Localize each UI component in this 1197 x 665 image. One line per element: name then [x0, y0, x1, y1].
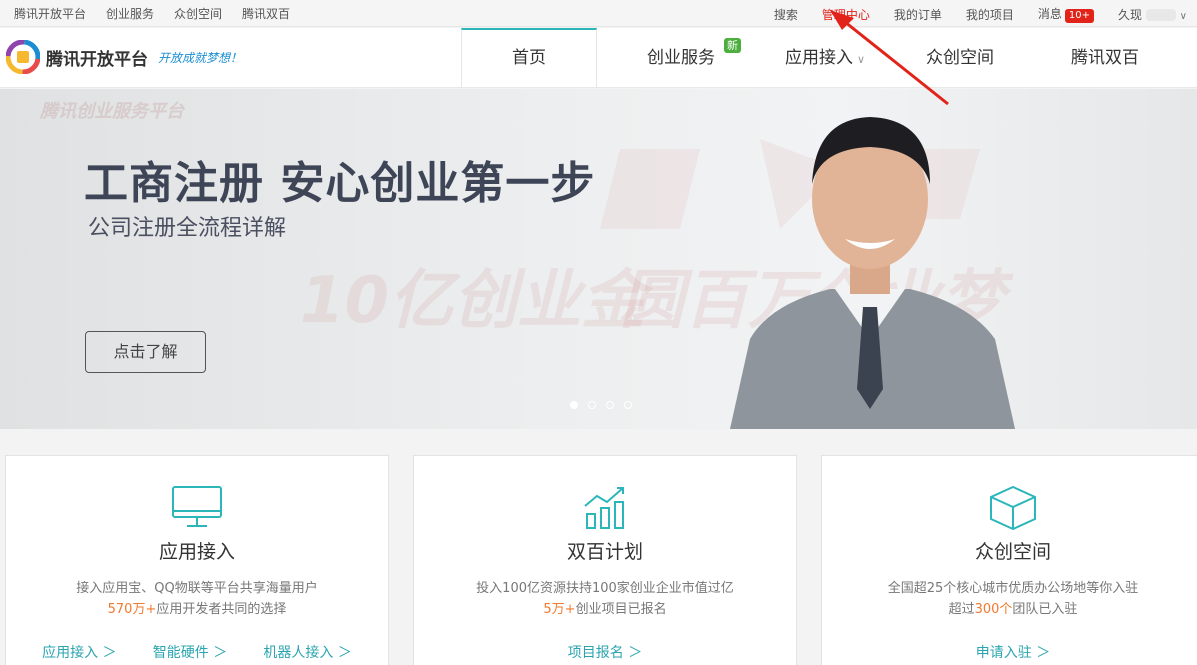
search-link[interactable]: 搜索: [774, 6, 798, 23]
nav-startup-services[interactable]: 创业服务 新: [597, 28, 765, 88]
top-right-links: 搜索 管理中心 我的订单 我的项目 消息 10+ 久现 ∨: [774, 5, 1187, 23]
card-description: 全国超25个核心城市优质办公场地等你入驻 超过300个团队已入驻: [822, 578, 1197, 620]
card-links: 应用接入 ＞ 智能硬件 ＞ 机器人接入 ＞: [6, 642, 388, 662]
banner-title: 工商注册 安心创业第一步: [84, 158, 596, 209]
card-double-hundred: 双百计划 投入100亿资源扶持100家创业企业市值过亿 5万+创业项目已报名 项…: [413, 455, 797, 665]
card-title: 双百计划: [566, 541, 643, 563]
link-smart-hardware[interactable]: 智能硬件 ＞: [153, 642, 227, 662]
tencent-logo-icon: [6, 40, 40, 74]
main-header: 腾讯开放平台 开放成就梦想！ 首页 创业服务 新 应用接入 ∨ 众创空间 腾讯双百: [0, 28, 1197, 88]
message-count-badge: 10+: [1064, 9, 1094, 23]
card-links: 项目报名 ＞: [414, 642, 796, 662]
card-desc-rest: 应用开发者共同的选择: [156, 602, 287, 617]
top-utility-bar: 腾讯开放平台 创业服务 众创空间 腾讯双百 搜索 管理中心 我的订单 我的项目 …: [0, 0, 1197, 27]
cube-icon: [990, 485, 1036, 530]
chevron-down-icon: ∨: [856, 53, 866, 66]
top-link-open-platform[interactable]: 腾讯开放平台: [14, 5, 86, 22]
messages-link[interactable]: 消息 10+: [1038, 5, 1094, 23]
carousel-dot-3[interactable]: [606, 401, 614, 409]
hero-banner[interactable]: 腾讯创业服务平台 10亿创业金 圆百万创业梦 工商注册 安心创业第一步 公司注册…: [0, 89, 1197, 429]
card-description: 接入应用宝、QQ物联等平台共享海量用户 570万+应用开发者共同的选择: [6, 578, 388, 620]
link-apply-entry[interactable]: 申请入驻 ＞: [976, 642, 1050, 662]
nav-maker-space[interactable]: 众创空间: [885, 28, 1035, 88]
card-description: 投入100亿资源扶持100家创业企业市值过亿 5万+创业项目已报名: [414, 578, 796, 620]
carousel-dots: [570, 401, 632, 409]
my-orders-link[interactable]: 我的订单: [894, 6, 942, 23]
link-robot-access[interactable]: 机器人接入 ＞: [263, 642, 351, 662]
my-projects-link[interactable]: 我的项目: [966, 6, 1014, 23]
messages-label: 消息: [1037, 7, 1062, 21]
card-desc-rest: 创业项目已报名: [575, 602, 667, 617]
main-nav: 首页 创业服务 新 应用接入 ∨ 众创空间 腾讯双百: [461, 28, 1175, 88]
card-desc-line2: 5万+创业项目已报名: [414, 599, 796, 620]
card-highlight: 5万+: [543, 602, 576, 617]
banner-watermark-1: 10亿创业金: [300, 264, 646, 338]
carousel-dot-1[interactable]: [570, 401, 578, 409]
nav-startup-services-label: 创业服务: [647, 48, 715, 68]
monitor-icon: [172, 486, 222, 527]
user-menu[interactable]: 久现 ∨: [1118, 6, 1187, 23]
nav-app-access-label: 应用接入: [784, 48, 853, 68]
card-app-access: 应用接入 接入应用宝、QQ物联等平台共享海量用户 570万+应用开发者共同的选择…: [5, 455, 389, 665]
admin-center-link[interactable]: 管理中心: [822, 6, 870, 23]
card-maker-space: 众创空间 全国超25个核心城市优质办公场地等你入驻 超过300个团队已入驻 申请…: [821, 455, 1197, 665]
carousel-dot-4[interactable]: [624, 401, 632, 409]
card-title: 众创空间: [974, 541, 1051, 563]
card-desc-line1: 全国超25个核心城市优质办公场地等你入驻: [887, 581, 1139, 596]
logo-slogan: 开放成就梦想！: [158, 50, 243, 65]
nav-home[interactable]: 首页: [461, 28, 597, 88]
businessman-photo: [730, 117, 1015, 429]
card-links: 申请入驻 ＞: [822, 642, 1197, 662]
card-title: 应用接入: [158, 541, 235, 563]
nav-app-access[interactable]: 应用接入 ∨: [765, 28, 885, 88]
logo-text: 腾讯开放平台: [46, 49, 148, 70]
card-desc-line1: 接入应用宝、QQ物联等平台共享海量用户: [76, 581, 318, 596]
blurred-username: [1145, 9, 1176, 21]
username: 久现: [1118, 7, 1143, 22]
banner-subtitle: 公司注册全流程详解: [88, 216, 287, 241]
card-highlight: 570万+: [107, 602, 157, 617]
card-desc-rest: 团队已入驻: [1012, 602, 1078, 617]
card-desc-prefix: 超过: [948, 602, 975, 617]
top-link-double-hundred[interactable]: 腾讯双百: [242, 5, 290, 22]
learn-more-button[interactable]: 点击了解: [85, 331, 206, 373]
bar-chart-icon: [584, 487, 624, 529]
link-project-signup[interactable]: 项目报名 ＞: [568, 642, 642, 662]
top-link-maker-space[interactable]: 众创空间: [174, 5, 222, 22]
card-desc-line2: 超过300个团队已入驻: [822, 599, 1197, 620]
card-desc-line1: 投入100亿资源扶持100家创业企业市值过亿: [476, 581, 734, 596]
top-link-startup-services[interactable]: 创业服务: [106, 5, 154, 22]
chevron-down-icon: ∨: [1179, 10, 1187, 22]
nav-double-hundred[interactable]: 腾讯双百: [1035, 28, 1175, 88]
logo[interactable]: 腾讯开放平台 开放成就梦想！: [6, 40, 242, 74]
link-app-access[interactable]: 应用接入 ＞: [42, 642, 116, 662]
new-badge: 新: [724, 38, 741, 53]
banner-watermark-logo: 腾讯创业服务平台: [40, 101, 184, 122]
carousel-dot-2[interactable]: [588, 401, 596, 409]
top-left-links: 腾讯开放平台 创业服务 众创空间 腾讯双百: [14, 5, 290, 22]
card-highlight: 300个: [974, 602, 1013, 617]
card-desc-line2: 570万+应用开发者共同的选择: [6, 599, 388, 620]
